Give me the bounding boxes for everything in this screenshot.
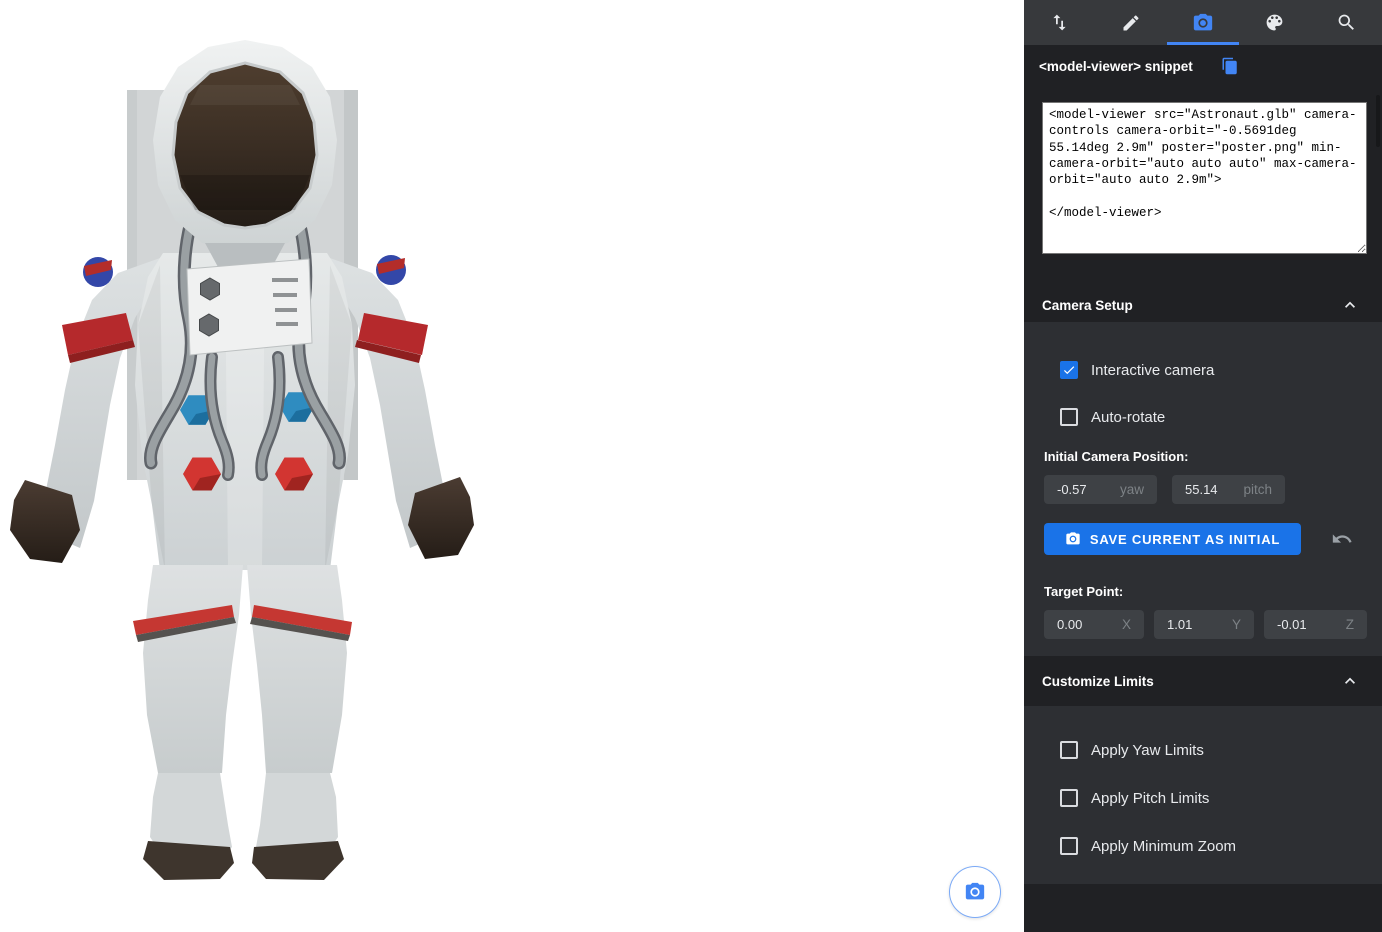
pitch-value: 55.14 — [1185, 482, 1218, 497]
auto-rotate-checkbox[interactable] — [1060, 408, 1078, 426]
interactive-camera-checkbox[interactable] — [1060, 361, 1078, 379]
customize-limits-body: Apply Yaw Limits Apply Pitch Limits Appl… — [1024, 706, 1382, 884]
camera-icon — [1065, 531, 1081, 547]
apply-yaw-limits-label: Apply Yaw Limits — [1091, 742, 1204, 759]
apply-minimum-zoom-checkbox[interactable] — [1060, 837, 1078, 855]
tab-edit[interactable] — [1096, 0, 1168, 45]
model-viewport[interactable] — [0, 0, 1024, 932]
tab-import-export[interactable] — [1024, 0, 1096, 45]
interactive-camera-label: Interactive camera — [1091, 362, 1214, 379]
palette-icon — [1264, 12, 1285, 33]
target-z-suffix: Z — [1346, 617, 1354, 632]
apply-pitch-limits-checkbox[interactable] — [1060, 789, 1078, 807]
camera-icon — [964, 881, 986, 903]
target-y-input[interactable]: 1.01 Y — [1154, 610, 1254, 639]
target-x-input[interactable]: 0.00 X — [1044, 610, 1144, 639]
target-x-value: 0.00 — [1057, 617, 1082, 632]
target-z-input[interactable]: -0.01 Z — [1264, 610, 1367, 639]
undo-button[interactable] — [1329, 526, 1355, 552]
target-y-value: 1.01 — [1167, 617, 1192, 632]
pitch-suffix: pitch — [1243, 482, 1272, 497]
apply-pitch-limits-label: Apply Pitch Limits — [1091, 790, 1209, 807]
camera-setup-header[interactable]: Camera Setup — [1024, 288, 1382, 322]
customize-limits-header[interactable]: Customize Limits — [1024, 656, 1382, 706]
apply-yaw-limits-checkbox[interactable] — [1060, 741, 1078, 759]
interactive-camera-row: Interactive camera — [1060, 358, 1214, 382]
customize-limits-title: Customize Limits — [1042, 674, 1154, 689]
panel-tabbar — [1024, 0, 1382, 45]
tab-inspect[interactable] — [1310, 0, 1382, 45]
panel-footer — [1024, 884, 1382, 932]
auto-rotate-label: Auto-rotate — [1091, 409, 1165, 426]
target-y-suffix: Y — [1232, 617, 1241, 632]
panel-scrollbar[interactable] — [1376, 95, 1380, 147]
target-z-value: -0.01 — [1277, 617, 1307, 632]
snippet-section: <model-viewer> snippet <model-viewer src… — [1024, 45, 1382, 288]
apply-pitch-limits-row: Apply Pitch Limits — [1060, 786, 1209, 810]
download-poster-button[interactable] — [949, 866, 1001, 918]
snippet-title: <model-viewer> snippet — [1039, 59, 1193, 74]
astronaut-chest-panel — [187, 259, 312, 355]
tab-camera[interactable] — [1167, 0, 1239, 45]
pitch-input[interactable]: 55.14 pitch — [1172, 475, 1285, 504]
camera-setup-title: Camera Setup — [1042, 298, 1133, 313]
target-point-label: Target Point: — [1044, 584, 1123, 599]
yaw-input[interactable]: -0.57 yaw — [1044, 475, 1157, 504]
astronaut-model — [0, 25, 500, 905]
check-icon — [1062, 363, 1076, 377]
tab-materials[interactable] — [1239, 0, 1311, 45]
editor-panel: <model-viewer> snippet <model-viewer src… — [1024, 0, 1382, 932]
copy-snippet-button[interactable] — [1220, 56, 1240, 76]
camera-setup-body: Interactive camera Auto-rotate Initial C… — [1024, 322, 1382, 656]
chevron-up-icon — [1340, 295, 1360, 315]
astronaut-boots — [143, 773, 344, 880]
undo-icon — [1331, 528, 1353, 550]
copy-icon — [1221, 57, 1239, 75]
yaw-suffix: yaw — [1120, 482, 1144, 497]
apply-yaw-limits-row: Apply Yaw Limits — [1060, 738, 1204, 762]
yaw-value: -0.57 — [1057, 482, 1087, 497]
apply-minimum-zoom-label: Apply Minimum Zoom — [1091, 838, 1236, 855]
initial-camera-position-label: Initial Camera Position: — [1044, 449, 1188, 464]
snippet-code-textarea[interactable]: <model-viewer src="Astronaut.glb" camera… — [1042, 102, 1367, 254]
import-export-icon — [1049, 12, 1070, 33]
snippet-header: <model-viewer> snippet — [1039, 56, 1240, 76]
save-button-label: SAVE CURRENT AS INITIAL — [1090, 532, 1280, 547]
pencil-icon — [1121, 13, 1141, 33]
camera-icon — [1192, 12, 1214, 34]
auto-rotate-row: Auto-rotate — [1060, 405, 1165, 429]
target-x-suffix: X — [1122, 617, 1131, 632]
search-icon — [1336, 12, 1357, 33]
save-current-as-initial-button[interactable]: SAVE CURRENT AS INITIAL — [1044, 523, 1301, 555]
chevron-up-icon — [1340, 671, 1360, 691]
astronaut-legs — [133, 565, 352, 773]
apply-minimum-zoom-row: Apply Minimum Zoom — [1060, 834, 1236, 858]
